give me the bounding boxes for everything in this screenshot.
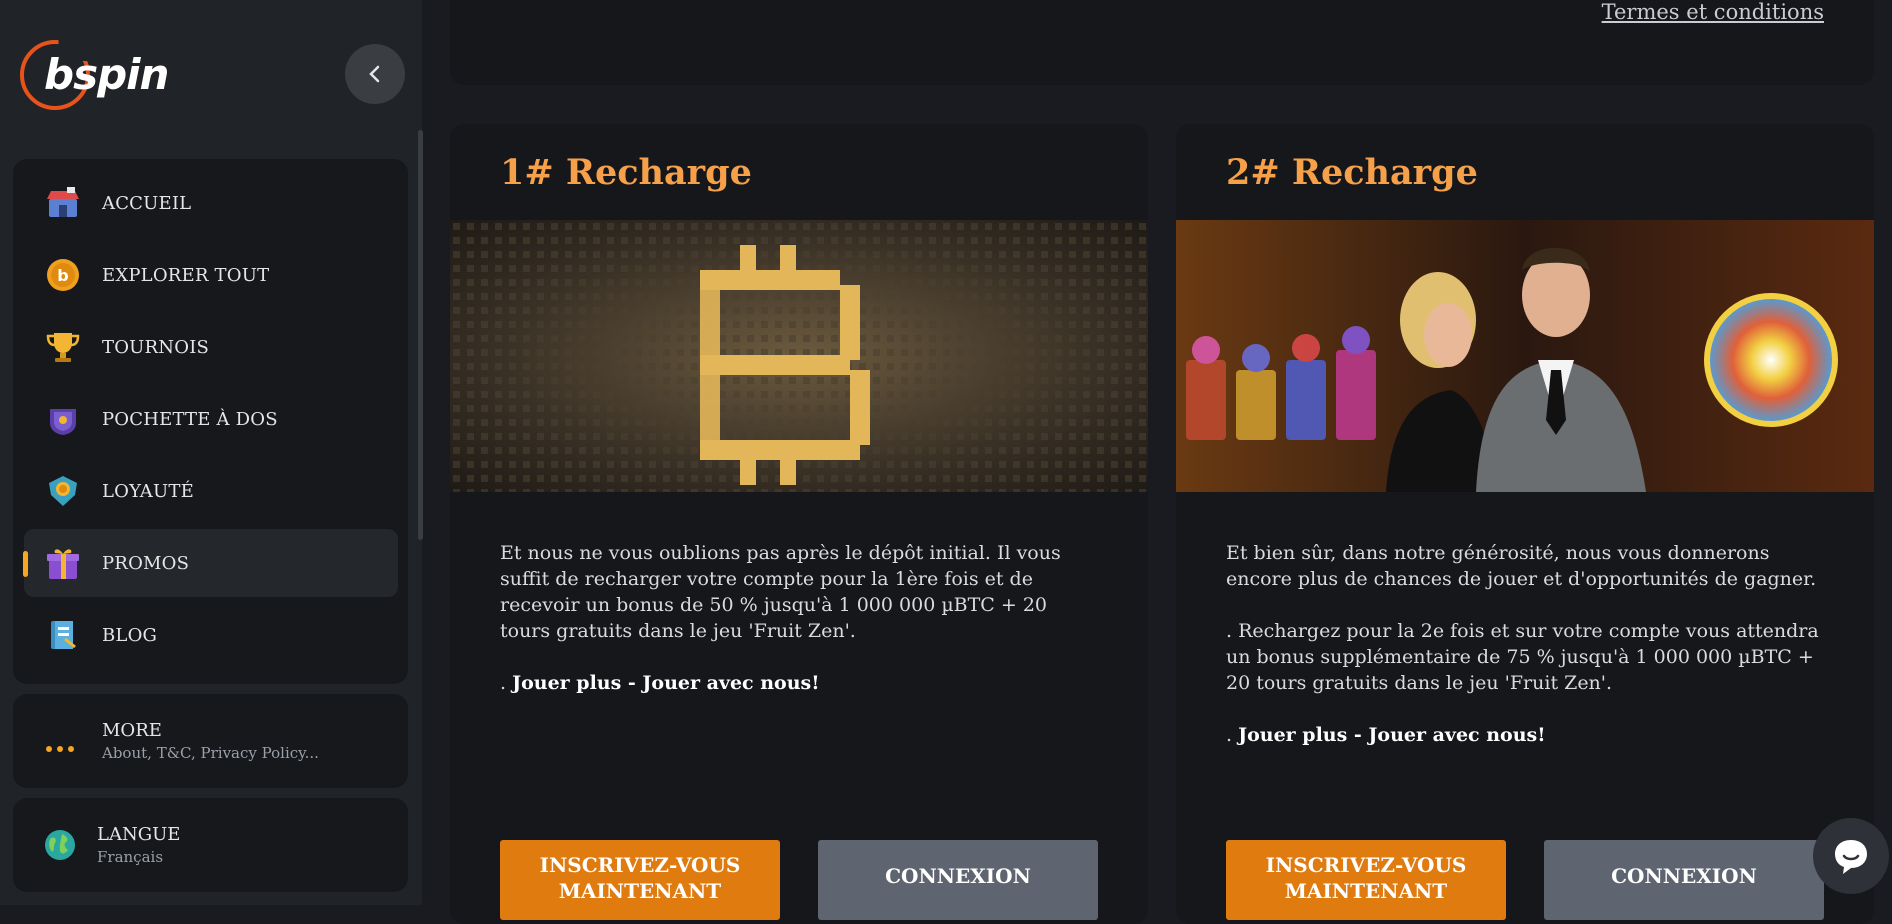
- promo-title: 2# Recharge: [1226, 152, 1478, 193]
- promo-card-1: 1# Recharge Et nous ne vous oublions pas…: [450, 124, 1148, 924]
- promo-cta-line: . Jouer plus - Jouer avec nous!: [500, 672, 820, 694]
- terms-card: Termes et conditions: [450, 0, 1874, 85]
- trophy-icon: [44, 328, 82, 366]
- logo-text: bspin: [44, 50, 169, 99]
- promo-paragraph: Et bien sûr, dans notre générosité, nous…: [1226, 542, 1817, 590]
- signup-button[interactable]: INSCRIVEZ-VOUS MAINTENANT: [500, 840, 780, 920]
- shop-icon: [44, 184, 82, 222]
- casino-couple-image: [1176, 220, 1874, 492]
- sidebar-item-label: PROMOS: [102, 552, 190, 574]
- sidebar-item-label: EXPLORER TOUT: [102, 264, 270, 286]
- promo-cta-bold: Jouer plus - Jouer avec nous!: [512, 672, 820, 694]
- main-content: Termes et conditions 1# Recharge Et nous…: [422, 0, 1892, 924]
- sidebar-item-blog[interactable]: BLOG: [24, 601, 398, 669]
- sidebar-item-label: BLOG: [102, 624, 158, 646]
- sidebar-item-tournois[interactable]: TOURNOIS: [24, 313, 398, 381]
- language-selector[interactable]: LANGUE Français: [13, 798, 408, 892]
- sidebar-item-pochette[interactable]: POCHETTE À DOS: [24, 385, 398, 453]
- promo-description: Et nous ne vous oublions pas après le dé…: [500, 540, 1100, 722]
- language-title: LANGUE: [97, 824, 181, 845]
- active-indicator: [23, 551, 28, 577]
- globe-icon: [43, 828, 77, 866]
- gift-icon: [44, 544, 82, 582]
- sidebar-item-label: TOURNOIS: [102, 336, 210, 358]
- bitcoin-coin-icon: b: [44, 256, 82, 294]
- bitcoin-circuit-image: [450, 220, 1148, 492]
- book-icon: [44, 616, 82, 654]
- chat-bubble-icon: [1835, 840, 1867, 874]
- promo-cta-bold: Jouer plus - Jouer avec nous!: [1238, 724, 1546, 746]
- promo-description: Et bien sûr, dans notre générosité, nous…: [1226, 540, 1826, 774]
- sidebar-item-label: ACCUEIL: [102, 192, 192, 214]
- more-dots-icon: [45, 738, 75, 757]
- sidebar-item-promos[interactable]: PROMOS: [23, 529, 398, 597]
- sidebar-item-explorer-tout[interactable]: b EXPLORER TOUT: [24, 241, 398, 309]
- backpack-icon: [44, 400, 82, 438]
- terms-link[interactable]: Termes et conditions: [1602, 0, 1824, 24]
- live-chat-button[interactable]: [1813, 818, 1889, 894]
- login-button[interactable]: CONNEXION: [818, 840, 1098, 920]
- chevron-left-icon: [369, 65, 380, 83]
- promo-cta-line: . Jouer plus - Jouer avec nous!: [1226, 724, 1546, 746]
- language-value: Français: [97, 848, 164, 866]
- bspin-logo[interactable]: bspin: [18, 38, 169, 112]
- sidebar-item-loyaute[interactable]: LOYAUTÉ: [24, 457, 398, 525]
- sidebar-item-label: LOYAUTÉ: [102, 480, 194, 502]
- more-menu[interactable]: MORE About, T&C, Privacy Policy...: [13, 694, 408, 788]
- collapse-sidebar-button[interactable]: [345, 44, 405, 104]
- sidebar-item-accueil[interactable]: ACCUEIL: [24, 169, 398, 237]
- svg-text:b: b: [57, 266, 68, 285]
- loyalty-badge-icon: [44, 472, 82, 510]
- sidebar: bspin ACCUEIL b EXPLORER TOUT TOURNOIS P…: [0, 0, 423, 905]
- more-title: MORE: [102, 720, 162, 741]
- promo-title: 1# Recharge: [500, 152, 752, 193]
- signup-button[interactable]: INSCRIVEZ-VOUS MAINTENANT: [1226, 840, 1506, 920]
- promo-card-2: 2# Recharge Et bien sûr, dans notre géné…: [1176, 124, 1874, 924]
- more-subtitle: About, T&C, Privacy Policy...: [102, 744, 319, 762]
- sidebar-item-label: POCHETTE À DOS: [102, 408, 278, 430]
- promo-paragraph: . Rechargez pour la 2e fois et sur votre…: [1226, 620, 1819, 694]
- promo-paragraph: Et nous ne vous oublions pas après le dé…: [500, 542, 1061, 642]
- sidebar-nav: ACCUEIL b EXPLORER TOUT TOURNOIS POCHETT…: [13, 159, 408, 684]
- login-button[interactable]: CONNEXION: [1544, 840, 1824, 920]
